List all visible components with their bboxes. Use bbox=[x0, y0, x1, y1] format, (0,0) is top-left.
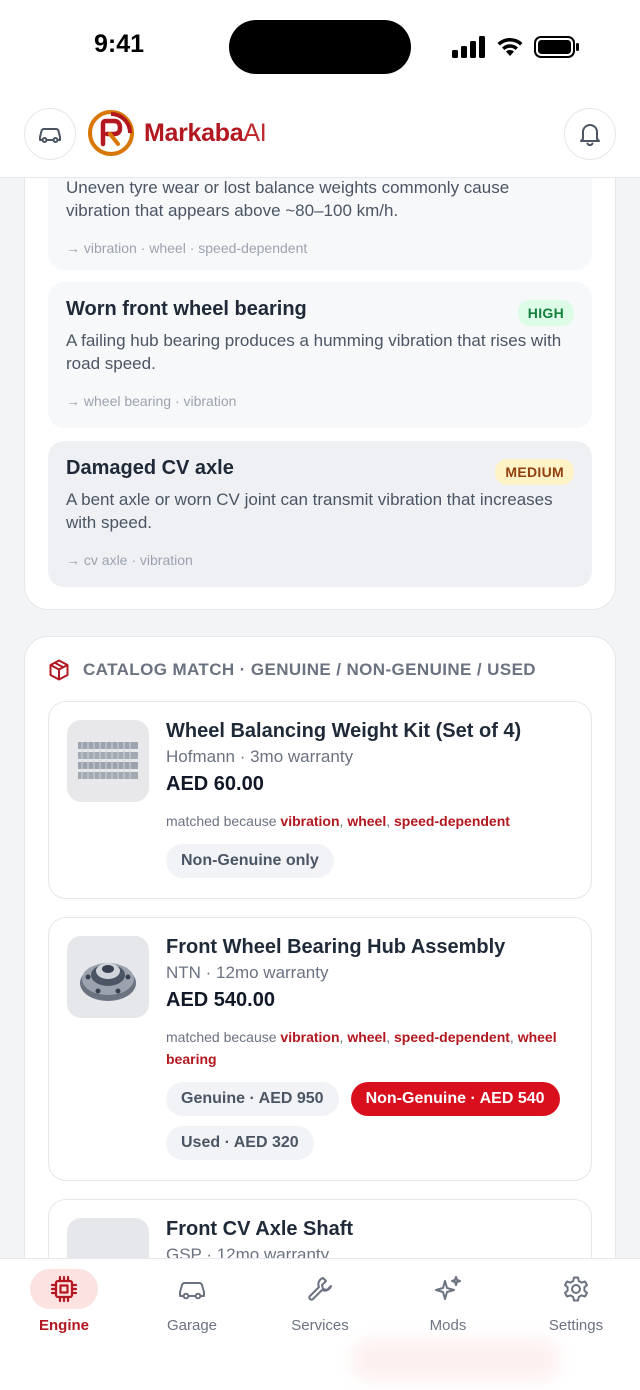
tab-garage[interactable]: Garage bbox=[128, 1269, 256, 1334]
brand-name-main: Markaba bbox=[144, 118, 244, 147]
tab-label: Settings bbox=[548, 1317, 604, 1334]
cause-tags: → vibration · wheel · speed-dependent bbox=[66, 240, 308, 256]
part-price: AED 540.00 bbox=[166, 989, 275, 1011]
part-name: Front CV Axle Shaft bbox=[166, 1218, 354, 1240]
car-icon bbox=[179, 1282, 205, 1300]
tab-services[interactable]: Services bbox=[256, 1269, 384, 1334]
part-image bbox=[67, 936, 149, 1018]
match-keyword: vibration bbox=[280, 813, 340, 829]
wrench-icon bbox=[308, 1277, 332, 1301]
cause-tags: → cv axle · vibration bbox=[66, 552, 193, 568]
brand-name-ai: AI bbox=[243, 118, 267, 147]
match-prefix: matched because bbox=[166, 1029, 277, 1045]
part-price: AED 60.00 bbox=[166, 773, 264, 795]
catalog-heading-text: CATALOG MATCH · GENUINE / NON-GENUINE / … bbox=[83, 660, 536, 679]
cause-card-wheel-bearing[interactable]: Worn front wheel bearing HIGH A failing … bbox=[48, 282, 592, 428]
variant-chip-genuine[interactable]: Genuine · AED 950 bbox=[166, 1082, 339, 1116]
balancing-weights-image bbox=[78, 742, 138, 779]
package-icon bbox=[49, 659, 69, 681]
gear-icon bbox=[564, 1276, 588, 1302]
cause-description: A bent axle or worn CV joint can transmi… bbox=[66, 490, 553, 532]
part-image bbox=[67, 720, 149, 802]
match-keyword: wheel bbox=[347, 813, 387, 829]
scroll-content[interactable]: Uneven tyre wear or lost balance weights… bbox=[0, 178, 640, 1258]
match-keyword: wheel bbox=[347, 1029, 387, 1045]
cause-card-tyre-balance[interactable]: Uneven tyre wear or lost balance weights… bbox=[48, 178, 592, 270]
cv-axle-image bbox=[73, 1229, 143, 1258]
catalog-heading: CATALOG MATCH · GENUINE / NON-GENUINE / … bbox=[49, 659, 536, 681]
tab-label: Garage bbox=[166, 1317, 218, 1334]
part-name: Front Wheel Bearing Hub Assembly bbox=[166, 936, 506, 958]
match-keyword: vibration bbox=[280, 1029, 340, 1045]
match-prefix: matched because bbox=[166, 813, 277, 829]
chip-icon bbox=[50, 1275, 78, 1303]
status-icons bbox=[452, 34, 580, 60]
part-card-cv-axle-shaft[interactable]: Front CV Axle Shaft GSP · 12mo warranty bbox=[48, 1199, 592, 1258]
part-card-wheel-bearing-hub[interactable]: Front Wheel Bearing Hub Assembly NTN · 1… bbox=[48, 917, 592, 1181]
part-card-balancing-kit[interactable]: Wheel Balancing Weight Kit (Set of 4) Ho… bbox=[48, 701, 592, 899]
cause-tags: → wheel bearing · vibration bbox=[66, 393, 237, 409]
match-reason: matched because vibration, wheel, speed-… bbox=[166, 1029, 557, 1067]
notifications-button[interactable] bbox=[564, 108, 616, 160]
markaba-logo-icon bbox=[88, 110, 134, 156]
match-keyword: speed-dependent bbox=[394, 1029, 510, 1045]
variant-chip-non-genuine[interactable]: Non-Genuine · AED 540 bbox=[350, 1082, 560, 1116]
status-time: 9:41 bbox=[94, 30, 145, 58]
brand-logo: MarkabaAI bbox=[88, 110, 267, 156]
sparkles-icon bbox=[435, 1276, 461, 1300]
part-image bbox=[67, 1218, 149, 1258]
car-icon bbox=[39, 128, 61, 143]
bell-icon bbox=[580, 124, 600, 146]
status-bar: 9:41 bbox=[0, 0, 640, 96]
part-meta: GSP · 12mo warranty bbox=[166, 1245, 330, 1258]
severity-badge: MEDIUM bbox=[495, 459, 574, 485]
battery-icon bbox=[534, 36, 579, 58]
severity-badge: HIGH bbox=[517, 300, 574, 326]
tab-label: Services bbox=[291, 1317, 349, 1334]
part-name: Wheel Balancing Weight Kit (Set of 4) bbox=[166, 720, 522, 742]
match-keyword: speed-dependent bbox=[394, 813, 510, 829]
part-meta: NTN · 12mo warranty bbox=[166, 963, 329, 982]
wheel-hub-image bbox=[80, 963, 136, 1001]
toast-glow bbox=[350, 1340, 560, 1380]
tab-label: Engine bbox=[38, 1317, 89, 1334]
cause-description: A failing hub bearing produces a humming… bbox=[66, 331, 562, 373]
cause-card-cv-axle[interactable]: Damaged CV axle MEDIUM A bent axle or wo… bbox=[48, 441, 592, 587]
wifi-icon bbox=[497, 37, 523, 56]
cause-title: Worn front wheel bearing bbox=[66, 298, 307, 320]
app-header: MarkabaAI bbox=[0, 96, 640, 178]
variant-chips: Non-Genuine only bbox=[166, 844, 575, 878]
brand-name: MarkabaAI bbox=[144, 118, 267, 148]
dynamic-island bbox=[229, 20, 411, 74]
variant-chips: Genuine · AED 950 Non-Genuine · AED 540 … bbox=[166, 1082, 575, 1160]
signal-icon bbox=[452, 36, 485, 58]
tab-engine[interactable]: Engine bbox=[0, 1269, 128, 1334]
cause-description: Uneven tyre wear or lost balance weights… bbox=[66, 178, 510, 220]
part-meta: Hofmann · 3mo warranty bbox=[166, 747, 354, 766]
tab-settings[interactable]: Settings bbox=[512, 1269, 640, 1334]
vehicle-button[interactable] bbox=[24, 108, 76, 160]
variant-chip-used[interactable]: Used · AED 320 bbox=[166, 1126, 314, 1160]
tab-label: Mods bbox=[429, 1317, 467, 1334]
tab-mods[interactable]: Mods bbox=[384, 1269, 512, 1334]
match-reason: matched because vibration, wheel, speed-… bbox=[166, 813, 510, 829]
variant-chip-non-genuine[interactable]: Non-Genuine only bbox=[166, 844, 334, 878]
